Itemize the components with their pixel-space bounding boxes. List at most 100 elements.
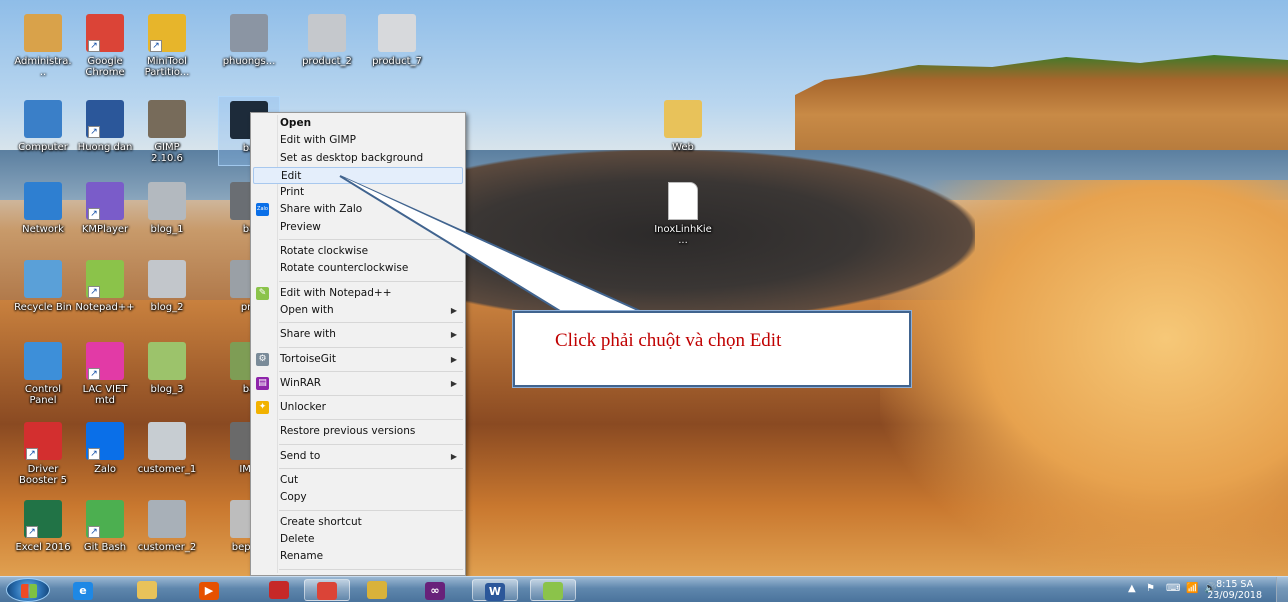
desktop-icon[interactable]: Web: [652, 96, 714, 166]
desktop-icon-label: Administra...: [14, 56, 72, 78]
desktop-icon[interactable]: product_7: [366, 10, 428, 80]
menu-item-delete[interactable]: Delete: [251, 531, 465, 548]
menu-item-send-to[interactable]: Send to ▶: [251, 448, 465, 465]
menu-item-preview[interactable]: Preview: [251, 219, 465, 236]
visual-studio-icon: ∞: [425, 582, 445, 600]
menu-item-edit-with-notepad[interactable]: ✎ Edit with Notepad++: [251, 285, 465, 302]
desktop-icon[interactable]: customer_2: [136, 496, 198, 566]
menu-item-label: Copy: [280, 491, 307, 504]
menu-item-unlocker[interactable]: ✦ Unlocker: [251, 399, 465, 416]
desktop-icon[interactable]: blog_1: [136, 178, 198, 248]
desktop-icon[interactable]: GIMP 2.10.6: [136, 96, 198, 166]
menu-item-restore-previous-versions[interactable]: Restore previous versions: [251, 423, 465, 440]
desktop-icon[interactable]: Control Panel: [12, 338, 74, 408]
menu-item-rotate-counterclockwise[interactable]: Rotate counterclockwise: [251, 260, 465, 277]
security-flag-icon[interactable]: ⚑: [1146, 583, 1155, 594]
show-hidden-icons-icon[interactable]: ▲: [1128, 583, 1136, 594]
submenu-arrow-icon: ▶: [450, 451, 457, 461]
taskbar-button-chrome[interactable]: [304, 579, 350, 601]
signal-strength-icon[interactable]: 📶: [1186, 583, 1198, 594]
shortcut-arrow-icon: ↗: [26, 526, 38, 538]
image-file-icon: [148, 500, 186, 538]
desktop-icon[interactable]: blog_3: [136, 338, 198, 408]
desktop[interactable]: Administra... ↗ Google Chrome ↗ MiniTool Par…: [0, 0, 1288, 576]
start-button[interactable]: [6, 578, 50, 602]
taskbar-button-notepad-plus-plus[interactable]: [530, 579, 576, 601]
keyboard-icon[interactable]: ⌨: [1166, 583, 1180, 594]
menu-item-set-as-desktop-background[interactable]: Set as desktop background: [251, 150, 465, 167]
menu-separator: [279, 239, 463, 241]
menu-item-label: Set as desktop background: [280, 151, 424, 164]
menu-item-create-shortcut[interactable]: Create shortcut: [251, 514, 465, 531]
image-file-icon: [378, 14, 416, 52]
desktop-icon[interactable]: phuongs...: [218, 10, 280, 80]
desktop-icon[interactable]: Recycle Bin: [12, 256, 74, 326]
image-file-icon: [148, 422, 186, 460]
menu-item-winrar[interactable]: ▤ WinRAR ▶: [251, 375, 465, 392]
menu-item-edit-with-gimp[interactable]: Edit with GIMP: [251, 132, 465, 149]
desktop-icon[interactable]: ↗ Google Chrome: [74, 10, 136, 80]
desktop-icon[interactable]: Administra...: [12, 10, 74, 80]
menu-item-open-with[interactable]: Open with ▶: [251, 302, 465, 319]
taskbar-button-internet-explorer[interactable]: e: [60, 579, 106, 601]
chrome-icon: ↗: [86, 14, 124, 52]
desktop-icon[interactable]: InoxLinhKie...: [652, 178, 714, 248]
menu-item-label: Send to: [280, 449, 321, 462]
desktop-icon[interactable]: customer_1: [136, 418, 198, 488]
taskbar-button-file-explorer[interactable]: [124, 579, 170, 601]
desktop-icon[interactable]: ↗ LAC VIET mtd: [74, 338, 136, 408]
desktop-icon[interactable]: ↗ MiniTool Partitio...: [136, 10, 198, 80]
desktop-icon[interactable]: ↗ KMPlayer: [74, 178, 136, 248]
menu-item-edit[interactable]: Edit: [253, 166, 463, 185]
menu-item-rename[interactable]: Rename: [251, 548, 465, 565]
taskbar-button-driver-booster[interactable]: [256, 579, 302, 601]
media-player-icon: ▶: [199, 582, 219, 600]
desktop-icon[interactable]: blog_2: [136, 256, 198, 326]
menu-item-label: Preview: [280, 220, 321, 233]
desktop-icon[interactable]: ↗ Excel 2016: [12, 496, 74, 566]
desktop-icon[interactable]: Computer: [12, 96, 74, 166]
tortoisegit-icon: ⚙: [256, 352, 269, 366]
desktop-icon[interactable]: product_2: [296, 10, 358, 80]
desktop-icon-label: KMPlayer: [81, 224, 129, 235]
menu-separator: [279, 395, 463, 397]
menu-item-share-with-zalo[interactable]: Zalo Share with Zalo: [251, 201, 465, 218]
menu-item-rotate-clockwise[interactable]: Rotate clockwise: [251, 243, 465, 260]
desktop-icon[interactable]: ↗ Zalo: [74, 418, 136, 488]
folder-icon: [664, 100, 702, 138]
desktop-icon[interactable]: Network: [12, 178, 74, 248]
desktop-icon-label: LAC VIET mtd: [82, 384, 128, 406]
notepad-plus-plus-icon: ↗: [86, 260, 124, 298]
desktop-icon-label: Git Bash: [83, 542, 127, 553]
submenu-arrow-icon: ▶: [450, 330, 457, 340]
menu-item-print[interactable]: Print: [251, 184, 465, 201]
menu-item-cut[interactable]: Cut: [251, 472, 465, 489]
system-tray: ▲ ⚑ ⌨ 📶 🔊 8:15 SA 23/09/2018: [1088, 577, 1288, 602]
context-menu-items: Open Edit with GIMP Set as desktop backgro…: [251, 115, 465, 590]
menu-item-copy[interactable]: Copy: [251, 489, 465, 506]
taskbar-button-visual-studio[interactable]: ∞: [412, 579, 458, 601]
image-file-icon: [148, 260, 186, 298]
menu-item-label: Create shortcut: [280, 515, 362, 528]
desktop-icon[interactable]: ↗ Notepad++: [74, 256, 136, 326]
show-desktop-button[interactable]: [1276, 577, 1288, 602]
menu-item-open[interactable]: Open: [251, 115, 465, 132]
taskbar-button-media-player[interactable]: ▶: [186, 579, 232, 601]
menu-separator: [279, 443, 463, 445]
gimp-icon: [148, 100, 186, 138]
driver-booster-icon: [269, 581, 289, 599]
menu-item-tortoisegit[interactable]: ⚙ TortoiseGit ▶: [251, 351, 465, 368]
desktop-icon[interactable]: ↗ Huong dan: [74, 96, 136, 166]
desktop-icon-label: Network: [22, 224, 64, 235]
taskbar-button-word[interactable]: W: [472, 579, 518, 601]
desktop-icon[interactable]: ↗ Git Bash: [74, 496, 136, 566]
desktop-icon[interactable]: ↗ Driver Booster 5: [12, 418, 74, 488]
clock[interactable]: 8:15 SA 23/09/2018: [1207, 579, 1262, 601]
excel-icon: ↗: [24, 500, 62, 538]
word-icon: W: [485, 583, 505, 601]
menu-item-label: Unlocker: [280, 401, 326, 414]
menu-item-label: TortoiseGit: [280, 352, 336, 365]
menu-item-label: Cut: [280, 474, 299, 487]
taskbar-button-network-tool[interactable]: [354, 579, 400, 601]
menu-item-share-with[interactable]: Share with ▶: [251, 326, 465, 343]
